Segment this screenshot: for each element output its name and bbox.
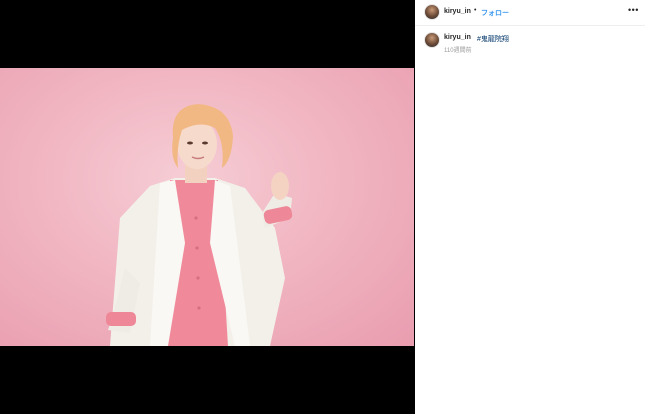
post-timestamp: 110週間前 <box>444 48 472 54</box>
caption-comment: kiryu_in #鬼龍院翔 110週間前 <box>415 0 645 60</box>
caption-username-link[interactable]: kiryu_in <box>444 34 471 41</box>
caption-hashtag-link[interactable]: #鬼龍院翔 <box>477 34 509 44</box>
avatar[interactable] <box>424 32 440 48</box>
post-media-pane <box>0 0 414 414</box>
portrait-illustration <box>106 104 293 346</box>
post-sidebar: kiryu_in • フォロー ••• kiryu_in #鬼龍院翔 110週間… <box>415 0 645 414</box>
post-photo[interactable] <box>0 68 414 346</box>
